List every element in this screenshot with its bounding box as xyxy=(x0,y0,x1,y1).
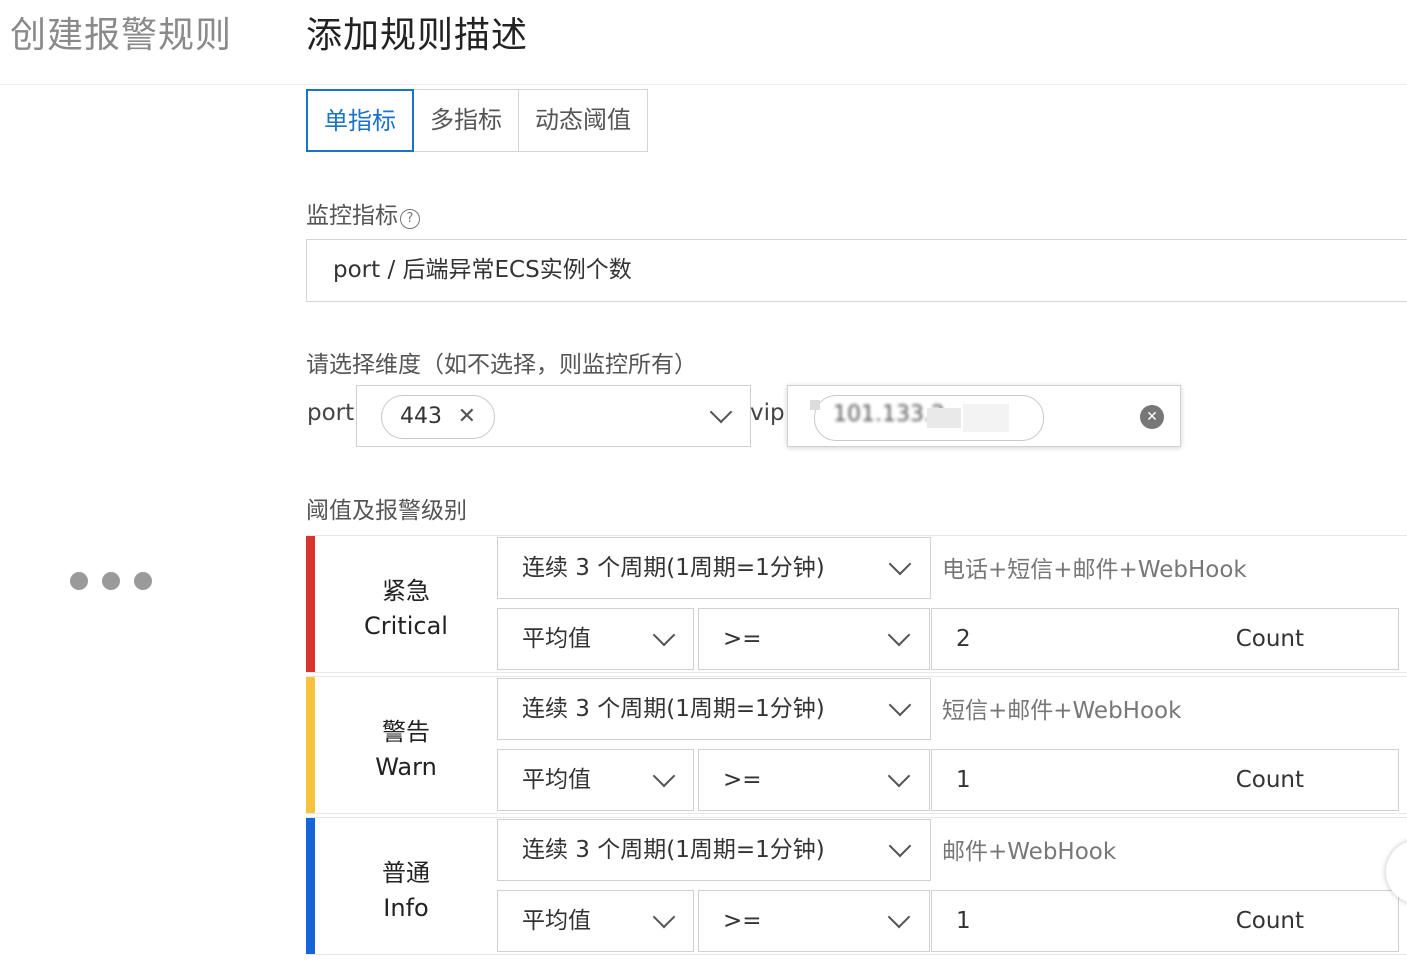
level-name: 普通 Info xyxy=(315,856,497,926)
threshold-input[interactable]: 2 Count xyxy=(931,608,1399,670)
period-value: 连续 3 个周期(1周期=1分钟) xyxy=(522,696,825,722)
dimension-label: 请选择维度（如不选择，则监控所有） xyxy=(306,352,697,378)
threshold-value: 1 xyxy=(956,767,971,793)
level-info: 普通 Info 连续 3 个周期(1周期=1分钟) 邮件+WebHook 平均值… xyxy=(306,817,1407,955)
level-warn: 警告 Warn 连续 3 个周期(1周期=1分钟) 短信+邮件+WebHook … xyxy=(306,676,1407,814)
level-color-bar xyxy=(306,536,315,672)
threshold-value: 2 xyxy=(956,626,971,652)
level-name-en: Warn xyxy=(375,753,437,781)
notify-method: 邮件+WebHook xyxy=(942,839,1117,865)
statistic-select[interactable]: 平均值 xyxy=(497,890,694,952)
chevron-down-icon xyxy=(652,905,676,929)
page-title: 添加规则描述 xyxy=(306,15,529,56)
level-color-bar xyxy=(306,677,315,813)
chevron-down-icon xyxy=(652,764,676,788)
metric-label-text: 监控指标 xyxy=(306,203,398,229)
operator-value: >= xyxy=(723,767,762,793)
period-value: 连续 3 个周期(1周期=1分钟) xyxy=(522,837,825,863)
period-select[interactable]: 连续 3 个周期(1周期=1分钟) xyxy=(497,819,931,881)
threshold-unit: Count xyxy=(1235,626,1304,652)
threshold-label: 阈值及报警级别 xyxy=(306,498,467,524)
statistic-select[interactable]: 平均值 xyxy=(497,608,694,670)
threshold-unit: Count xyxy=(1235,767,1304,793)
redaction-block xyxy=(810,400,820,410)
sidebar-title: 创建报警规则 xyxy=(10,15,233,56)
chevron-down-icon xyxy=(888,693,912,717)
threshold-input[interactable]: 1 Count xyxy=(931,749,1399,811)
operator-select[interactable]: >= xyxy=(698,749,930,811)
tab-single-metric[interactable]: 单指标 xyxy=(306,89,414,152)
chevron-down-icon xyxy=(709,400,733,424)
level-name-en: Info xyxy=(383,894,429,922)
chevron-down-icon xyxy=(888,552,912,576)
port-dimension-select[interactable]: 443 ✕ xyxy=(356,385,751,447)
period-select[interactable]: 连续 3 个周期(1周期=1分钟) xyxy=(497,537,931,599)
more-icon[interactable] xyxy=(70,572,152,590)
vip-label: vip: xyxy=(750,400,793,426)
more-dot xyxy=(102,572,120,590)
rule-type-tabs: 单指标 多指标 动态阈值 xyxy=(306,89,648,152)
metric-select[interactable]: port / 后端异常ECS实例个数 xyxy=(306,239,1407,302)
chevron-down-icon xyxy=(887,905,911,929)
operator-value: >= xyxy=(723,908,762,934)
chevron-down-icon xyxy=(888,834,912,858)
threshold-value: 1 xyxy=(956,908,971,934)
operator-value: >= xyxy=(723,626,762,652)
period-select[interactable]: 连续 3 个周期(1周期=1分钟) xyxy=(497,678,931,740)
operator-select[interactable]: >= xyxy=(698,890,930,952)
notify-method: 短信+邮件+WebHook xyxy=(942,698,1182,724)
statistic-select[interactable]: 平均值 xyxy=(497,749,694,811)
threshold-input[interactable]: 1 Count xyxy=(931,890,1399,952)
more-dot xyxy=(134,572,152,590)
chevron-down-icon xyxy=(887,764,911,788)
statistic-value: 平均值 xyxy=(522,626,591,652)
port-tag: 443 ✕ xyxy=(381,395,495,439)
notify-method: 电话+短信+邮件+WebHook xyxy=(942,557,1247,583)
port-label: port: xyxy=(307,400,362,426)
redaction-block xyxy=(963,404,1009,432)
tab-dynamic-threshold[interactable]: 动态阈值 xyxy=(519,89,648,152)
vip-dimension-select[interactable]: 101.133.2 ✕ xyxy=(787,385,1181,447)
level-name-cn: 紧急 xyxy=(382,577,430,605)
chevron-down-icon xyxy=(887,623,911,647)
level-name-en: Critical xyxy=(364,612,448,640)
operator-select[interactable]: >= xyxy=(698,608,930,670)
tab-multi-metric[interactable]: 多指标 xyxy=(414,89,519,152)
help-icon[interactable]: ? xyxy=(400,209,420,229)
level-color-bar xyxy=(306,818,315,954)
vip-tag: 101.133.2 xyxy=(814,395,1044,441)
threshold-unit: Count xyxy=(1235,908,1304,934)
level-name-cn: 普通 xyxy=(382,859,430,887)
level-critical: 紧急 Critical 连续 3 个周期(1周期=1分钟) 电话+短信+邮件+W… xyxy=(306,535,1407,673)
port-tag-label: 443 xyxy=(400,404,442,429)
redaction-block xyxy=(927,408,961,428)
statistic-value: 平均值 xyxy=(522,767,591,793)
more-dot xyxy=(70,572,88,590)
level-name: 紧急 Critical xyxy=(315,574,497,644)
level-name-cn: 警告 xyxy=(382,718,430,746)
period-value: 连续 3 个周期(1周期=1分钟) xyxy=(522,555,825,581)
clear-icon[interactable]: ✕ xyxy=(1140,405,1164,429)
statistic-value: 平均值 xyxy=(522,908,591,934)
level-name: 警告 Warn xyxy=(315,715,497,785)
header-divider xyxy=(0,84,1407,85)
metric-label: 监控指标? xyxy=(306,196,420,230)
close-icon[interactable]: ✕ xyxy=(458,396,476,438)
chevron-down-icon xyxy=(652,623,676,647)
